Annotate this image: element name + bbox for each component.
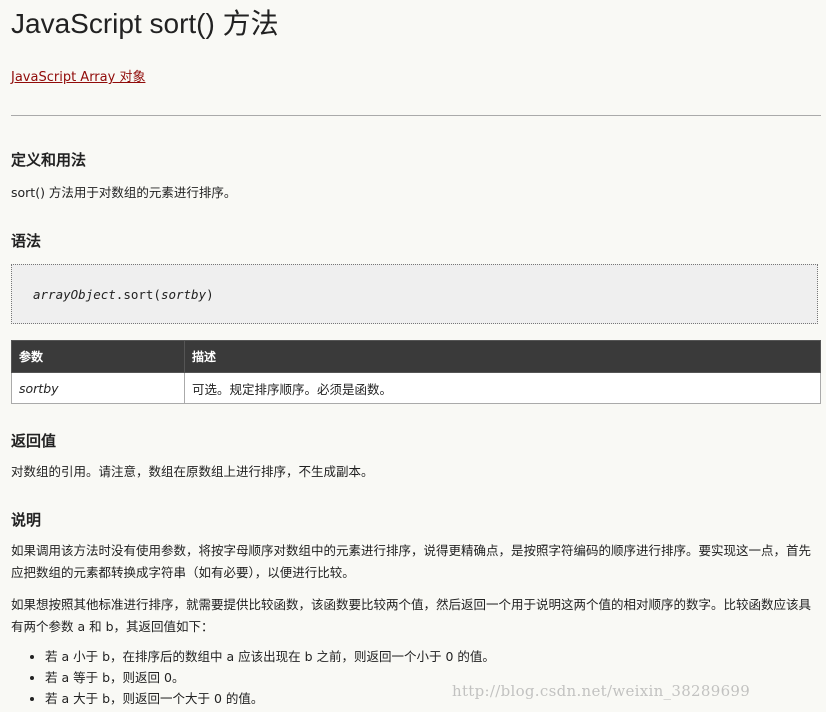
table-row: sortby 可选。规定排序顺序。必须是函数。 bbox=[11, 372, 821, 404]
description-heading: 说明 bbox=[11, 511, 42, 529]
page-title: JavaScript sort() 方法 bbox=[11, 8, 279, 39]
syntax-heading: 语法 bbox=[11, 232, 42, 250]
return-value-heading: 返回值 bbox=[11, 432, 57, 450]
description-para-1: 如果调用该方法时没有使用参数，将按字母顺序对数组中的元素进行排序，说得更精确点，… bbox=[11, 543, 812, 580]
code-param: sortby bbox=[160, 287, 207, 302]
table-header-row: 参数 描述 bbox=[11, 340, 821, 373]
list-item: 若 a 小于 b，在排序后的数组中 a 应该出现在 b 之前，则返回一个小于 0… bbox=[45, 646, 495, 667]
param-desc-cell: 可选。规定排序顺序。必须是函数。 bbox=[184, 372, 821, 404]
syntax-code-block: arrayObject.sort(sortby) bbox=[11, 264, 818, 324]
definition-text: sort() 方法用于对数组的元素进行排序。 bbox=[11, 185, 237, 200]
param-name-cell: sortby bbox=[11, 372, 185, 404]
description-para-2: 如果想按照其他标准进行排序，就需要提供比较函数，该函数要比较两个值，然后返回一个… bbox=[11, 597, 812, 634]
list-item: 若 a 等于 b，则返回 0。 bbox=[45, 667, 495, 688]
list-item: 若 a 大于 b，则返回一个大于 0 的值。 bbox=[45, 688, 495, 709]
definition-heading: 定义和用法 bbox=[11, 151, 87, 169]
code-close: ) bbox=[206, 287, 214, 302]
code-method: .sort( bbox=[115, 287, 161, 302]
divider bbox=[11, 115, 821, 116]
array-object-link[interactable]: JavaScript Array 对象 bbox=[11, 66, 145, 85]
header-desc: 描述 bbox=[184, 340, 821, 373]
params-table: 参数 描述 sortby 可选。规定排序顺序。必须是函数。 bbox=[11, 340, 821, 404]
comparison-rules-list: 若 a 小于 b，在排序后的数组中 a 应该出现在 b 之前，则返回一个小于 0… bbox=[11, 646, 495, 709]
header-param: 参数 bbox=[11, 340, 185, 373]
code-object: arrayObject bbox=[33, 287, 116, 302]
return-value-text: 对数组的引用。请注意，数组在原数组上进行排序，不生成副本。 bbox=[11, 464, 374, 479]
syntax-code: arrayObject.sort(sortby) bbox=[33, 287, 214, 302]
watermark: http://blog.csdn.net/weixin_38289699 bbox=[452, 682, 751, 700]
